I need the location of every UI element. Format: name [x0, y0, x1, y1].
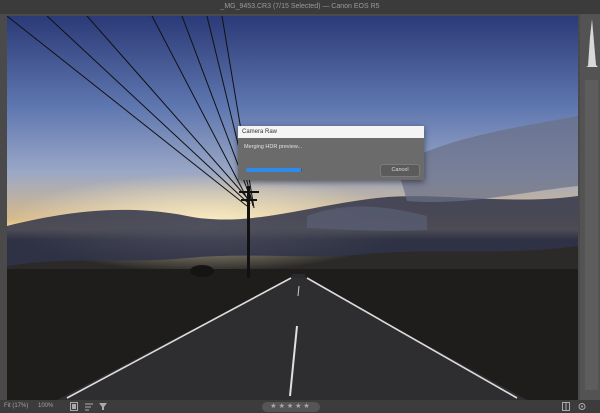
hdr-preview-image [7, 16, 578, 400]
compare-view-icon[interactable] [562, 402, 570, 411]
filmstrip-icon[interactable] [70, 402, 78, 411]
dialog-title: Camera Raw [238, 126, 424, 138]
histogram-icon [586, 17, 598, 67]
zoom-fit-select[interactable]: Fit (17%) [4, 400, 28, 413]
camera-raw-dialog: Camera Raw Merging HDR preview... Cancel [238, 126, 424, 180]
sort-icon[interactable] [85, 402, 93, 411]
merge-progress-fill [246, 168, 301, 172]
edit-toolbar [585, 80, 598, 390]
cancel-button[interactable]: Cancel [380, 164, 420, 177]
merge-progress-bar [246, 168, 302, 172]
image-preview[interactable] [7, 16, 578, 400]
settings-gear-icon[interactable] [578, 402, 586, 411]
dialog-message: Merging HDR preview... [244, 144, 303, 150]
zoom-value-select[interactable]: 100% [38, 400, 53, 413]
filter-icon[interactable] [99, 402, 107, 411]
star-rating[interactable]: ★★★★★ [262, 402, 320, 412]
window-title: _MG_9453.CR3 (7/15 Selected) — Canon EOS… [0, 0, 600, 14]
